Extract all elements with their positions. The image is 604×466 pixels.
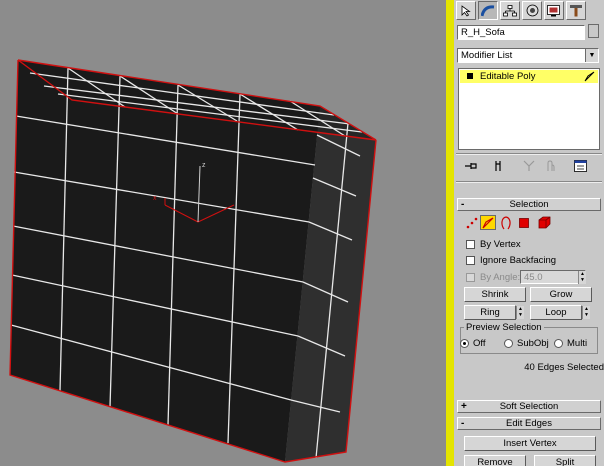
preview-selection-title: Preview Selection — [464, 322, 544, 333]
hammer-icon — [570, 5, 582, 17]
by-angle-label: By Angle: — [480, 272, 521, 283]
edge-icon — [482, 216, 494, 228]
loop-spinner[interactable]: ▲ ▼ — [582, 306, 590, 319]
element-icon — [538, 216, 550, 229]
preview-subobj-label: SubObj — [517, 338, 549, 349]
remove-button[interactable]: Remove — [464, 455, 526, 466]
ignore-backfacing-checkbox[interactable] — [466, 256, 475, 265]
show-end-result-icon — [495, 161, 501, 171]
edge-mode-icon — [584, 71, 595, 82]
border-level-button[interactable] — [498, 215, 514, 230]
soft-selection-rollout-header[interactable]: + Soft Selection — [457, 400, 601, 413]
modifier-list-label: Modifier List — [461, 50, 513, 61]
preview-off-label: Off — [473, 338, 486, 349]
pin-stack-button[interactable] — [462, 158, 480, 174]
by-vertex-label: By Vertex — [480, 239, 521, 250]
by-angle-value[interactable]: 45.0 — [520, 270, 586, 284]
preview-off-radio[interactable] — [460, 339, 469, 348]
remove-modifier-icon — [547, 160, 555, 171]
make-unique-icon — [523, 160, 535, 171]
edit-edges-rollout-header[interactable]: - Edit Edges — [457, 417, 601, 430]
selection-rollout-header[interactable]: - Selection — [457, 198, 601, 211]
modifier-stack: Editable Poly — [458, 68, 600, 150]
grow-button[interactable]: Grow — [530, 287, 592, 302]
stack-item-editable-poly[interactable]: Editable Poly — [460, 70, 598, 83]
preview-multi-label: Multi — [567, 338, 588, 349]
tab-display[interactable] — [544, 1, 564, 20]
insert-vertex-button[interactable]: Insert Vertex — [464, 436, 596, 451]
display-icon — [547, 4, 560, 16]
by-angle-spinner[interactable]: ▲ ▼ — [578, 271, 586, 284]
viewport-canvas[interactable]: x z — [0, 0, 446, 466]
make-unique-button[interactable] — [520, 158, 538, 174]
tab-utilities[interactable] — [566, 1, 586, 20]
edge-level-button[interactable] — [480, 215, 496, 230]
tab-motion[interactable] — [522, 1, 542, 20]
tab-create[interactable] — [456, 1, 476, 20]
gizmo-x-label: x — [153, 195, 157, 202]
shrink-button[interactable]: Shrink — [464, 287, 526, 302]
arc-icon — [481, 4, 495, 16]
stack-divider — [456, 153, 602, 155]
polygon-level-button[interactable] — [516, 215, 532, 230]
expand-toggle-icon[interactable] — [467, 73, 473, 79]
modifier-list-dropdown[interactable]: Modifier List ▼ — [457, 48, 599, 63]
ring-button[interactable]: Ring — [464, 305, 516, 320]
split-button[interactable]: Split — [534, 455, 596, 466]
by-vertex-checkbox[interactable] — [466, 240, 475, 249]
gizmo-z-label: z — [202, 162, 206, 169]
soft-selection-rollout-title: Soft Selection — [499, 401, 559, 412]
pin-stack-icon — [465, 163, 477, 169]
remove-modifier-button[interactable] — [542, 158, 560, 174]
selection-rollout-title: Selection — [509, 199, 549, 210]
border-icon — [501, 215, 511, 229]
tools-divider — [456, 181, 602, 183]
vertex-icon — [466, 217, 478, 228]
command-panel: R_H_Sofa Modifier List ▼ Editable Poly -… — [454, 0, 604, 466]
ignore-backfacing-label: Ignore Backfacing — [480, 255, 557, 266]
object-name-field[interactable]: R_H_Sofa — [457, 25, 585, 40]
preview-multi-radio[interactable] — [554, 339, 563, 348]
stack-item-label: Editable Poly — [480, 71, 536, 82]
configure-modifier-sets-button[interactable] — [572, 158, 590, 174]
chevron-down-icon: ▼ — [585, 49, 598, 62]
motion-icon — [526, 4, 538, 17]
element-level-button[interactable] — [536, 215, 552, 230]
edit-edges-rollout-title: Edit Edges — [506, 418, 552, 429]
by-angle-checkbox[interactable] — [466, 273, 475, 282]
perspective-viewport[interactable]: x z — [0, 0, 446, 466]
active-viewport-border — [446, 0, 454, 466]
show-end-result-button[interactable] — [490, 158, 508, 174]
command-panel-tabs — [454, 0, 604, 22]
tab-hierarchy[interactable] — [500, 1, 520, 20]
configure-modifier-sets-icon — [574, 159, 587, 172]
pointer-icon — [461, 4, 471, 17]
polygon-icon — [519, 217, 529, 228]
hierarchy-icon — [503, 4, 517, 16]
selection-info: 40 Edges Selected — [524, 362, 604, 373]
object-color-swatch[interactable] — [588, 24, 599, 38]
tab-modify[interactable] — [478, 1, 498, 20]
ring-spinner[interactable]: ▲ ▼ — [516, 306, 524, 319]
vertex-level-button[interactable] — [464, 215, 480, 230]
preview-subobj-radio[interactable] — [504, 339, 513, 348]
loop-button[interactable]: Loop — [530, 305, 582, 320]
